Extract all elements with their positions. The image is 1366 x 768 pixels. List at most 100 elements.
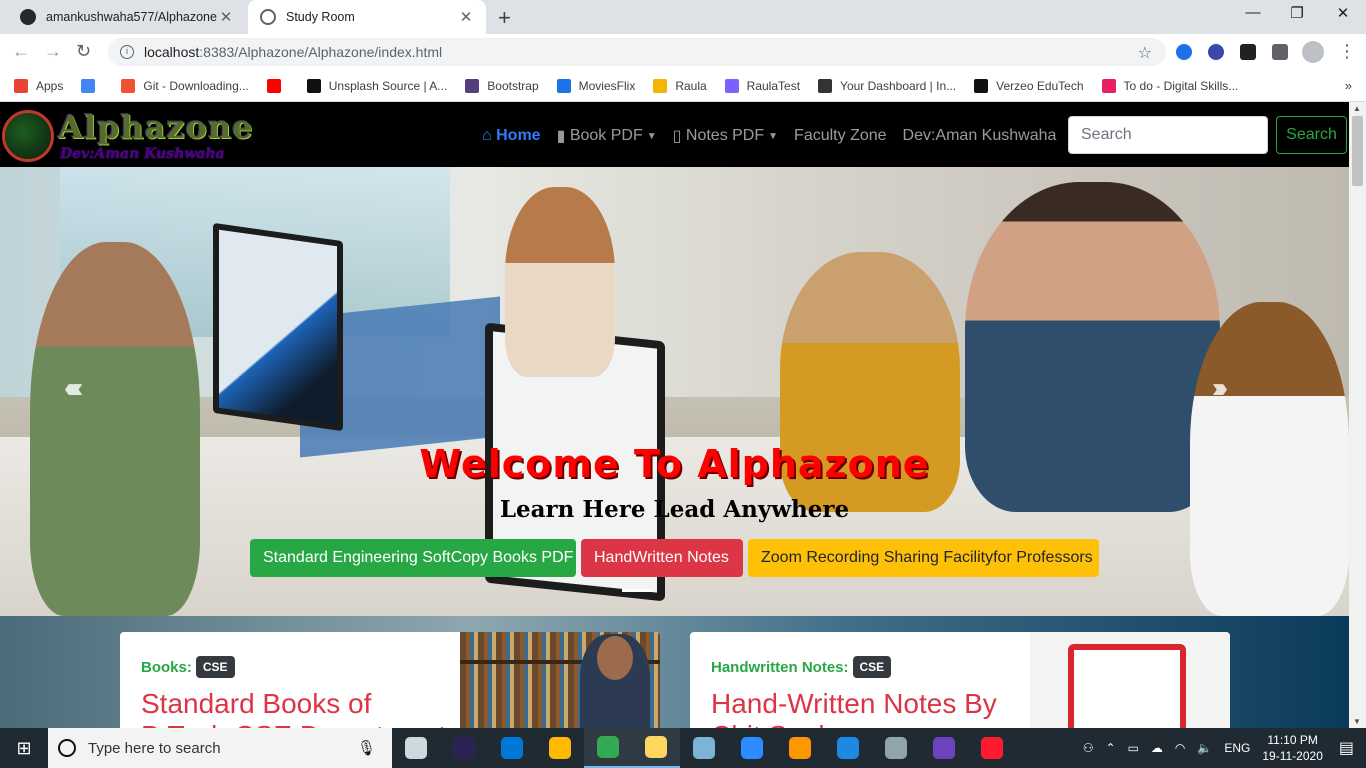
taskbar-remote-desktop-icon[interactable] — [872, 728, 920, 768]
file-explorer-icon — [645, 736, 667, 758]
scroll-up-icon[interactable]: ▲ — [1353, 104, 1361, 113]
card-notes[interactable]: Handwritten Notes: CSE Hand-Written Notes… — [690, 632, 1230, 728]
bookmark-item[interactable]: MoviesFlix — [556, 78, 636, 93]
bookmark-item[interactable]: Apps — [14, 78, 64, 93]
nav-book-pdf[interactable]: ▮ Book PDF ▼ — [557, 126, 657, 146]
volume-icon[interactable]: 🔈 — [1197, 741, 1212, 755]
notification-icon[interactable]: ▤ — [1339, 738, 1354, 758]
sublime-icon — [789, 737, 811, 759]
nav-home[interactable]: ⌂ Home — [482, 126, 541, 146]
battery-icon[interactable]: ▭ — [1128, 741, 1139, 755]
page-scrollbar[interactable]: ▲ ▼ — [1349, 102, 1366, 728]
forward-arrow-icon[interactable]: → — [44, 41, 62, 62]
card-title-line2: Chit Saala — [711, 720, 840, 728]
close-window-button[interactable]: ✕ — [1320, 4, 1366, 22]
bookmark-item[interactable]: RaulaTest — [724, 78, 800, 93]
scroll-down-icon[interactable]: ▼ — [1353, 717, 1361, 726]
bookmark-label: To do - Digital Skills... — [1123, 78, 1239, 93]
info-icon[interactable]: i — [120, 45, 134, 59]
hero-person — [505, 187, 615, 377]
restore-button[interactable]: ❐ — [1274, 4, 1320, 22]
taskbar-opera-icon[interactable] — [968, 728, 1016, 768]
bookmark-item[interactable]: Your Dashboard | In... — [818, 78, 957, 93]
card-label: Handwritten Notes: CSE — [711, 656, 892, 678]
cube-extension-icon[interactable] — [1240, 44, 1256, 60]
taskbar-notepad-app-icon[interactable] — [680, 728, 728, 768]
people-icon[interactable]: ⚇ — [1083, 741, 1094, 755]
taskbar-task-view-icon[interactable] — [392, 728, 440, 768]
chrome-icon — [597, 736, 619, 758]
taskbar-virtualbox-icon[interactable] — [824, 728, 872, 768]
bookmark-item[interactable] — [266, 78, 289, 93]
menu-kebab-icon[interactable]: ⋮ — [1338, 41, 1356, 62]
reload-icon[interactable]: ↻ — [76, 41, 91, 62]
microphone-icon[interactable]: 🎙 — [357, 739, 376, 757]
bookmark-label: Your Dashboard | In... — [840, 78, 957, 93]
tab-title: amankushwaha577/Alphazone — [46, 10, 217, 24]
wifi-icon[interactable]: ◠ — [1175, 741, 1185, 755]
clock-date: 19-11-2020 — [1262, 749, 1323, 763]
hero-carousel: ‹‹‹‹ ››› Welcome To Alphazone Learn Here… — [0, 167, 1349, 616]
taskbar-github-desktop-icon[interactable] — [920, 728, 968, 768]
cards-section: Books:CSE Standard Books of B.Tech CSE D… — [0, 616, 1349, 728]
taskbar-chrome-icon[interactable] — [584, 728, 632, 768]
carousel-indicator[interactable] — [622, 589, 652, 592]
windows-start-icon[interactable]: ⊞ — [0, 728, 48, 768]
taskbar-sublime-icon[interactable] — [776, 728, 824, 768]
close-icon[interactable]: ✕ — [458, 8, 474, 26]
scroll-thumb[interactable] — [1352, 116, 1363, 186]
zoom-recording-button[interactable]: Zoom Recording Sharing Facilityfor Profe… — [748, 539, 1099, 577]
extension-icon[interactable] — [1208, 44, 1224, 60]
taskbar-edge-icon[interactable] — [488, 728, 536, 768]
bookmark-label: Verzeo EduTech — [996, 78, 1084, 93]
back-arrow-icon[interactable]: ← — [12, 41, 30, 62]
new-tab-button[interactable]: + — [498, 5, 511, 31]
carousel-prev-icon[interactable]: ‹‹‹‹ — [64, 372, 83, 404]
bookmark-item[interactable]: To do - Digital Skills... — [1101, 78, 1239, 93]
site-logo[interactable]: Alphazone Dev:Aman Kushwaha — [2, 108, 272, 162]
bookmark-favicon-icon — [266, 78, 281, 93]
bookmark-item[interactable]: Verzeo EduTech — [974, 78, 1084, 93]
bookmark-star-icon[interactable]: ☆ — [1138, 43, 1152, 63]
carousel-next-icon[interactable]: ››› — [1212, 372, 1228, 404]
card-books[interactable]: Books:CSE Standard Books of B.Tech CSE D… — [120, 632, 660, 728]
taskbar-zoom-icon[interactable] — [728, 728, 776, 768]
close-icon[interactable]: ✕ — [218, 8, 234, 26]
home-icon: ⌂ — [482, 127, 497, 144]
minimize-button[interactable]: — — [1230, 4, 1276, 21]
bookmark-label: MoviesFlix — [578, 78, 636, 93]
nav-links: ⌂ Home ▮ Book PDF ▼ ▯ Notes PDF ▼ Faculty … — [482, 126, 1072, 146]
nav-faculty-zone[interactable]: Faculty Zone — [794, 126, 886, 146]
url-bar[interactable]: i localhost:8383/Alphazone/Alphazone/ind… — [108, 38, 1166, 66]
nav-dev[interactable]: Dev:Aman Kushwaha — [903, 126, 1057, 146]
cortana-icon — [58, 739, 76, 757]
search-button[interactable]: Search — [1276, 116, 1347, 154]
puzzle-icon[interactable] — [1272, 44, 1288, 60]
taskbar-store-icon[interactable] — [536, 728, 584, 768]
language-indicator[interactable]: ENG — [1224, 741, 1250, 755]
taskbar-file-explorer-icon[interactable] — [632, 728, 680, 768]
tab-study-room[interactable]: Study Room ✕ — [248, 0, 486, 34]
bookmark-item[interactable]: Bootstrap — [465, 78, 539, 93]
bookmark-item[interactable]: Raula — [653, 78, 707, 93]
search-input[interactable]: Search — [1068, 116, 1268, 154]
bookmark-item[interactable]: Git - Downloading... — [121, 78, 249, 93]
bookmark-item[interactable] — [81, 78, 103, 93]
taskbar-clock[interactable]: 11:10 PM 19-11-2020 — [1262, 732, 1323, 764]
handwritten-notes-button[interactable]: HandWritten Notes — [581, 539, 743, 577]
taskbar-search[interactable]: Type here to search 🎙 — [48, 728, 392, 768]
taskbar-apps — [392, 728, 1016, 768]
chevron-up-icon[interactable]: ⌃ — [1106, 741, 1116, 755]
shield-extension-icon[interactable] — [1176, 44, 1192, 60]
taskbar-eclipse-icon[interactable] — [440, 728, 488, 768]
profile-avatar[interactable] — [1302, 41, 1324, 63]
books-pdf-button[interactable]: Standard Engineering SoftCopy Books PDF — [250, 539, 576, 577]
tab-github[interactable]: amankushwaha577/Alphazone ✕ — [8, 0, 246, 34]
nav-notes-pdf[interactable]: ▯ Notes PDF ▼ — [673, 126, 778, 146]
bookmark-label: Apps — [36, 78, 64, 93]
onedrive-icon[interactable]: ☁ — [1151, 741, 1163, 755]
bookmarks-more-icon[interactable]: » — [1345, 78, 1352, 93]
opera-icon — [981, 737, 1003, 759]
bookmark-item[interactable]: Unsplash Source | A... — [306, 78, 447, 93]
bookmarks-bar: Apps Git - Downloading... Unsplash Source … — [0, 70, 1366, 102]
